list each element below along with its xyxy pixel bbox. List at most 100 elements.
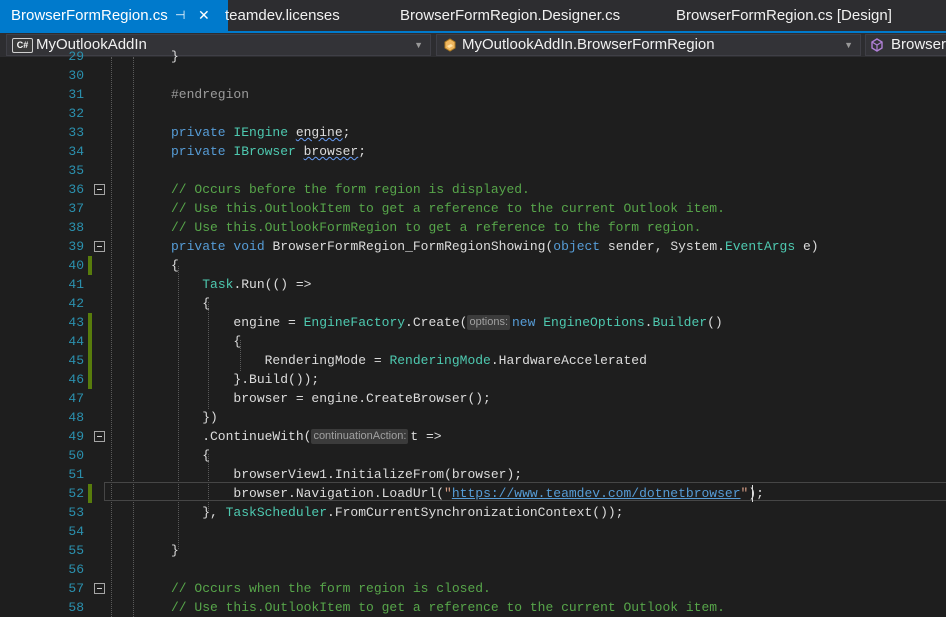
pin-icon[interactable]: ⊣ [175,0,185,31]
parameter-hint: options: [467,315,510,330]
document-tab-bar: BrowserFormRegion.cs ⊣ ✕ teamdev.license… [0,0,946,33]
code-line[interactable]: // Use this.OutlookFormRegion to get a r… [171,218,702,237]
code-token: } [171,543,179,558]
code-token: }.Build()); [171,372,320,387]
line-number: 42 [68,296,84,311]
code-token: }) [171,410,218,425]
code-editor[interactable]: 29 30 31 32 33 34 35 36 37 38 39 40 41 42 43 44 45 46 47 48… [0,49,946,617]
code-line[interactable]: private IBrowser browser; [171,142,366,161]
line-number: 52 [68,486,84,501]
code-line[interactable]: RenderingMode = RenderingMode.HardwareAc… [171,351,647,370]
code-token: // Use this.OutlookFormRegion to get a r… [171,220,702,235]
code-token: { [171,448,211,463]
code-token: browserView1.InitializeFrom(browser); [171,467,523,482]
code-line[interactable]: } [171,47,179,66]
code-line[interactable]: private IEngine engine; [171,123,350,142]
code-line[interactable]: }) [171,408,218,427]
text-caret [752,485,753,502]
collapse-icon[interactable] [94,431,105,442]
code-line[interactable]: private void BrowserFormRegion_FormRegio… [171,237,819,256]
code-token: () [707,315,723,330]
code-token: ; [342,125,351,140]
code-line[interactable]: .ContinueWith(continuationAction: t => [171,427,442,446]
code-line[interactable]: engine = EngineFactory.Create(options: ne… [171,313,723,332]
indent-guide [133,57,134,617]
line-number: 49 [68,429,84,444]
code-line[interactable]: { [171,256,179,275]
code-line[interactable]: { [171,446,210,465]
cube-icon [871,38,883,52]
code-token: #endregion [171,87,250,102]
line-number: 46 [68,372,84,387]
code-line[interactable]: // Use this.OutlookItem to get a referen… [171,598,725,617]
code-line[interactable]: #endregion [171,85,249,104]
line-number: 38 [68,220,84,235]
line-number: 33 [68,125,84,140]
code-line[interactable]: // Occurs when the form region is closed… [171,579,491,598]
code-token: browser [303,144,359,159]
code-line[interactable]: { [171,294,210,313]
indent-guide [111,57,112,617]
tab-teamdev-licenses[interactable]: teamdev.licenses [225,0,340,31]
collapse-icon[interactable] [94,184,105,195]
change-marker [88,313,92,332]
code-token: object [553,239,601,254]
code-token: engine = [171,315,304,330]
line-number: 44 [68,334,84,349]
code-token: private [171,125,226,140]
tab-design-view[interactable]: BrowserFormRegion.cs [Design] [676,0,892,31]
line-number: 50 [68,448,84,463]
change-marker [88,332,92,351]
code-token: } [171,49,179,64]
class-name: MyOutlookAddIn.BrowserFormRegion [462,36,715,53]
code-token: e) [795,239,819,254]
code-token: t => [410,429,442,444]
tab-label: BrowserFormRegion.cs [Design] [676,7,892,24]
line-number: 51 [68,467,84,482]
code-token: ; [358,144,367,159]
url-link[interactable]: https://www.teamdev.com/dotnetbrowser [452,486,741,501]
tab-label: BrowserFormRegion.Designer.cs [400,7,621,24]
chevron-down-icon: ▼ [414,40,423,50]
tab-designer-cs[interactable]: BrowserFormRegion.Designer.cs [400,0,620,31]
code-line[interactable]: }, TaskScheduler.FromCurrentSynchronizat… [171,503,623,522]
line-number: 45 [68,353,84,368]
tab-browserformregion-cs[interactable]: BrowserFormRegion.cs ⊣ ✕ [0,0,228,31]
change-marker [88,351,92,370]
code-line[interactable]: // Use this.OutlookItem to get a referen… [171,199,725,218]
code-token: void [233,239,265,254]
code-token: .Create( [405,315,468,330]
line-number: 37 [68,201,84,216]
chevron-down-icon: ▼ [844,40,853,50]
code-token: EngineFactory [303,315,406,330]
collapse-icon[interactable] [94,583,105,594]
code-token: private [171,144,226,159]
code-token: // Use this.OutlookItem to get a referen… [171,201,725,216]
code-token: EventArgs [724,239,796,254]
code-line[interactable]: // Occurs before the form region is disp… [171,180,530,199]
code-line[interactable]: { [171,332,241,351]
member-dropdown[interactable]: BrowserFormRegion [865,34,946,56]
line-number: 31 [68,87,84,102]
code-token: // Occurs before the form region is disp… [171,182,530,197]
code-line[interactable]: browser.Navigation.LoadUrl("https://www.… [171,484,764,503]
code-line[interactable]: browserView1.InitializeFrom(browser); [171,465,522,484]
tab-label: teamdev.licenses [225,7,340,24]
collapse-icon[interactable] [94,241,105,252]
code-token: ); [748,486,764,501]
line-number: 54 [68,524,84,539]
line-number: 56 [68,562,84,577]
code-token: " [444,486,452,501]
code-token: IEngine [225,125,296,140]
code-token: { [171,258,179,273]
code-line[interactable]: } [171,541,179,560]
code-line[interactable]: browser = engine.CreateBrowser(); [171,389,490,408]
code-token: IBrowser [225,144,304,159]
code-line[interactable]: Task.Run(() => [171,275,311,294]
code-token: { [171,334,242,349]
close-icon[interactable]: ✕ [198,0,210,31]
code-line[interactable]: }.Build()); [171,370,319,389]
line-number: 32 [68,106,84,121]
class-dropdown[interactable]: MyOutlookAddIn.BrowserFormRegion ▼ [436,34,861,56]
line-number: 30 [68,68,84,83]
